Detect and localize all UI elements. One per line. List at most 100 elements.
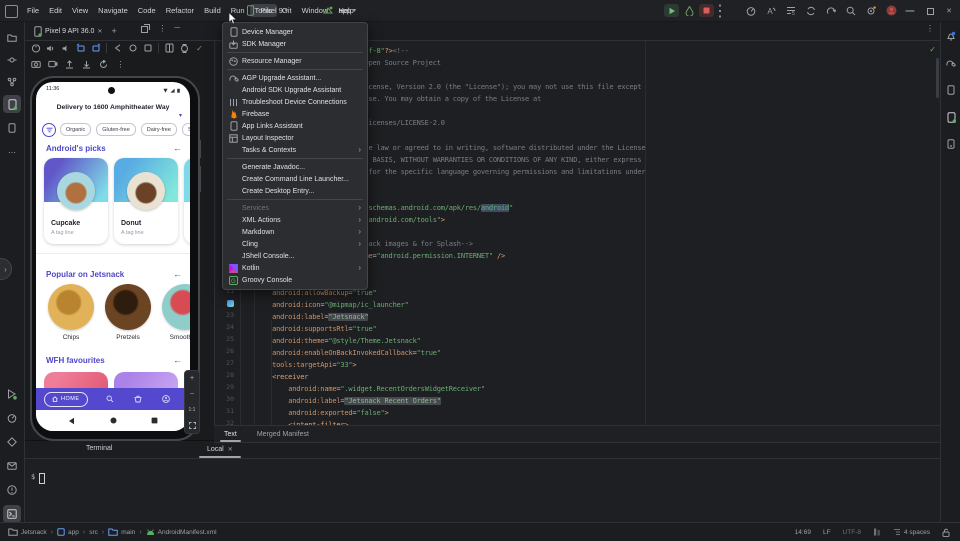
snack-card[interactable] xyxy=(184,158,190,244)
download-icon[interactable] xyxy=(80,58,93,70)
menu-file[interactable]: File xyxy=(22,4,44,17)
filter-chip-organic[interactable]: Organic xyxy=(60,123,91,136)
device-selector[interactable]: Pixel 9 ▾ xyxy=(242,0,288,21)
wear-icon[interactable] xyxy=(178,42,191,54)
close-tab-icon[interactable]: ✕ xyxy=(228,446,233,453)
strip-device-manager-icon[interactable] xyxy=(3,119,21,137)
editor-scrollbar[interactable] xyxy=(936,58,939,98)
code-line-28[interactable]: <receiver xyxy=(240,371,308,383)
strip-notifications-icon[interactable] xyxy=(942,27,960,45)
breadcrumb-androidmanifest-xml[interactable]: AndroidManifest.xml xyxy=(146,529,217,536)
arrow-left-icon[interactable]: ← xyxy=(173,355,182,365)
menu-item-groovy-console[interactable]: GGroovy Console xyxy=(223,274,367,286)
overview-square-icon[interactable] xyxy=(151,417,158,424)
more-run-actions-icon[interactable]: ⋮ xyxy=(712,3,728,19)
close-button[interactable]: ✕ xyxy=(941,3,957,19)
check-icon[interactable]: ✓ xyxy=(193,42,206,54)
menu-item-android-sdk-upgrade-assistant[interactable]: Android SDK Upgrade Assistant xyxy=(223,84,367,96)
nav-cart-button[interactable] xyxy=(134,395,142,403)
profiler-icon[interactable] xyxy=(744,4,758,18)
indent-setting[interactable]: 4 spaces xyxy=(893,528,930,536)
phone-screen[interactable]: 11:36 Delivery to 1600 Amphitheater Way … xyxy=(36,82,190,431)
code-line-23[interactable]: android:label="Jetsnack" xyxy=(240,311,368,323)
file-encoding[interactable]: UTF-8 xyxy=(843,529,861,536)
filter-chip-sweet[interactable]: Sweet xyxy=(182,123,190,136)
strip-run-icon[interactable] xyxy=(3,385,21,403)
zoom-in-icon[interactable]: + xyxy=(190,375,194,382)
fold-icon[interactable] xyxy=(163,42,176,54)
breadcrumb-main[interactable]: main xyxy=(108,528,135,536)
sync-icon[interactable] xyxy=(804,4,818,18)
maximize-button[interactable] xyxy=(922,3,938,19)
code-line-31[interactable]: android:exported="false"> xyxy=(240,407,389,419)
strip-device-explorer-icon[interactable] xyxy=(942,135,960,153)
volume-up-icon[interactable] xyxy=(44,42,57,54)
menu-code[interactable]: Code xyxy=(133,4,161,17)
menu-item-firebase[interactable]: Firebase xyxy=(223,108,367,120)
rotate-right-icon[interactable] xyxy=(89,42,102,54)
popular-photo-smoothies[interactable] xyxy=(162,284,190,330)
delivery-address[interactable]: Delivery to 1600 Amphitheater Way xyxy=(36,104,190,111)
menu-item-xml-actions[interactable]: XML Actions› xyxy=(223,214,367,226)
menu-item-agp-upgrade-assistant[interactable]: AGP Upgrade Assistant... xyxy=(223,72,367,84)
strip-running-devices-icon[interactable] xyxy=(942,108,960,126)
apply-changes-button[interactable] xyxy=(681,3,697,19)
manifest-tab-merged-manifest[interactable]: Merged Manifest xyxy=(247,426,319,442)
manifest-tab-text[interactable]: Text xyxy=(214,426,247,442)
ai-actions-icon[interactable]: A xyxy=(764,4,778,18)
code-line-30[interactable]: android:label="Jetsnack Recent Orders" xyxy=(240,395,441,407)
menu-item-create-desktop-entry[interactable]: Create Desktop Entry... xyxy=(223,185,367,197)
terminal-output[interactable]: $ xyxy=(24,459,960,522)
close-tab-icon[interactable]: ✕ xyxy=(97,28,102,35)
menu-view[interactable]: View xyxy=(67,4,93,17)
popular-photo-chips[interactable] xyxy=(48,284,94,330)
zoom-out-icon[interactable]: − xyxy=(190,391,194,398)
snack-card-donut[interactable]: DonutA tag line xyxy=(114,158,178,244)
menu-item-cling[interactable]: Cling› xyxy=(223,238,367,250)
strip-structure-icon[interactable] xyxy=(3,73,21,91)
record-icon[interactable] xyxy=(46,58,59,70)
breadcrumb-app[interactable]: app xyxy=(57,528,79,536)
arrow-left-icon[interactable]: ← xyxy=(173,269,182,279)
lock-icon[interactable] xyxy=(942,528,950,537)
nav-search-button[interactable] xyxy=(106,395,114,403)
home-icon[interactable] xyxy=(126,42,139,54)
run-config-selector[interactable]: app ▾ xyxy=(320,0,356,21)
power-icon[interactable] xyxy=(29,42,42,54)
screenshot-icon[interactable] xyxy=(29,58,42,70)
terminal-tab-local[interactable]: Local ✕ xyxy=(207,441,233,458)
strip-app-insights-icon[interactable] xyxy=(3,433,21,451)
editor-tab-options-icon[interactable]: ⋮ xyxy=(926,24,934,33)
nav-account-button[interactable] xyxy=(162,395,170,403)
menu-item-sdk-manager[interactable]: SDK Manager xyxy=(223,38,367,50)
menu-build[interactable]: Build xyxy=(199,4,226,17)
popular-photo-pretzels[interactable] xyxy=(105,284,151,330)
strip-profiler-icon[interactable] xyxy=(3,409,21,427)
strip-problems-icon[interactable] xyxy=(3,481,21,499)
caret-position[interactable]: 14:69 xyxy=(795,529,811,536)
open-in-window-icon[interactable] xyxy=(141,24,150,33)
menu-refactor[interactable]: Refactor xyxy=(161,4,199,17)
menu-item-create-command-line-launcher[interactable]: Create Command Line Launcher... xyxy=(223,173,367,185)
back-triangle-icon[interactable] xyxy=(68,417,76,425)
expand-delivery-icon[interactable]: ▾ xyxy=(179,104,182,122)
strip-gradle-icon[interactable] xyxy=(942,54,960,72)
menu-item-resource-manager[interactable]: Resource Manager xyxy=(223,55,367,67)
fit-screen-icon[interactable] xyxy=(189,422,196,429)
rotate-left-icon[interactable] xyxy=(74,42,87,54)
learn-icon[interactable] xyxy=(824,4,838,18)
upload-icon[interactable] xyxy=(63,58,76,70)
snack-card-cupcake[interactable]: CupcakeA tag line xyxy=(44,158,108,244)
reset-icon[interactable] xyxy=(97,58,110,70)
nav-home-button[interactable]: HOME xyxy=(44,392,88,407)
running-device-tab[interactable]: Pixel 9 API 36.0 ✕ + xyxy=(34,23,117,39)
strip-project-folder-icon[interactable] xyxy=(3,29,21,47)
arrow-left-icon[interactable]: ← xyxy=(173,143,182,153)
launcher-icon-gutter-preview[interactable] xyxy=(227,300,234,307)
overview-icon[interactable] xyxy=(141,42,154,54)
code-line-27[interactable]: tools:targetApi="33"> xyxy=(240,359,356,371)
menu-item-device-manager[interactable]: Device Manager xyxy=(223,26,367,38)
strip-todo-icon[interactable] xyxy=(3,457,21,475)
filter-chip-dairy-free[interactable]: Dairy-free xyxy=(141,123,177,136)
code-line-25[interactable]: android:theme="@style/Theme.Jetsnack" xyxy=(240,335,421,347)
